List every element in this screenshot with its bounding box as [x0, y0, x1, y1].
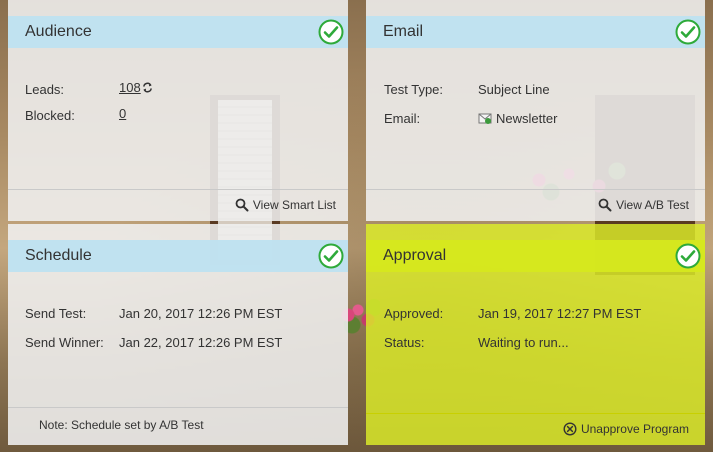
card-title: Email [383, 23, 424, 40]
test-type-value: Subject Line [478, 82, 550, 97]
approval-card-footer: Unapprove Program [366, 413, 705, 445]
leads-value-link[interactable]: 108 [119, 80, 141, 95]
blocked-label: Blocked: [25, 108, 75, 123]
card-title: Approval [383, 247, 447, 264]
view-smart-list-button[interactable]: View Smart List [235, 198, 336, 212]
approved-label: Approved: [384, 306, 444, 321]
audience-card: Audience Leads: 108 Blocked: 0 View Smar… [8, 0, 348, 221]
send-winner-value: Jan 22, 2017 12:26 PM EST [119, 335, 283, 350]
email-card: Email Test Type: Subject Line Email: New… [366, 0, 705, 221]
send-test-label: Send Test: [25, 306, 87, 321]
search-icon [598, 198, 612, 212]
send-test-value: Jan 20, 2017 12:26 PM EST [119, 306, 283, 321]
refresh-icon[interactable] [142, 82, 153, 93]
status-label: Status: [384, 335, 425, 350]
view-ab-test-button[interactable]: View A/B Test [598, 198, 689, 212]
search-icon [235, 198, 249, 212]
test-type-label: Test Type: [384, 82, 444, 97]
blocked-value-link[interactable]: 0 [119, 106, 126, 121]
check-circle-icon [675, 19, 701, 45]
approved-value: Jan 19, 2017 12:27 PM EST [478, 306, 642, 321]
check-circle-icon [318, 19, 344, 45]
view-ab-test-label: View A/B Test [616, 198, 689, 212]
schedule-card: Schedule Send Test: Jan 20, 2017 12:26 P… [8, 224, 348, 445]
check-circle-icon [318, 243, 344, 269]
unapprove-program-button[interactable]: Unapprove Program [563, 422, 689, 436]
schedule-card-footer: Note: Schedule set by A/B Test [8, 407, 348, 445]
card-title: Schedule [25, 247, 92, 264]
view-smart-list-label: View Smart List [252, 198, 336, 212]
schedule-note: Note: Schedule set by A/B Test [39, 418, 204, 432]
audience-card-footer: View Smart List [8, 189, 348, 221]
status-value: Waiting to run... [478, 335, 569, 350]
card-title: Audience [25, 23, 92, 40]
leads-label: Leads: [25, 82, 65, 97]
circle-x-icon [563, 422, 577, 436]
unapprove-program-label: Unapprove Program [580, 422, 689, 436]
email-newsletter-link[interactable]: Newsletter [496, 111, 557, 126]
check-circle-icon [675, 243, 701, 269]
email-card-footer: View A/B Test [366, 189, 705, 221]
email-icon [478, 113, 492, 124]
send-winner-label: Send Winner: [25, 335, 104, 350]
email-label: Email: [384, 111, 421, 126]
approval-card: Approval Approved: Jan 19, 2017 12:27 PM… [366, 224, 705, 445]
